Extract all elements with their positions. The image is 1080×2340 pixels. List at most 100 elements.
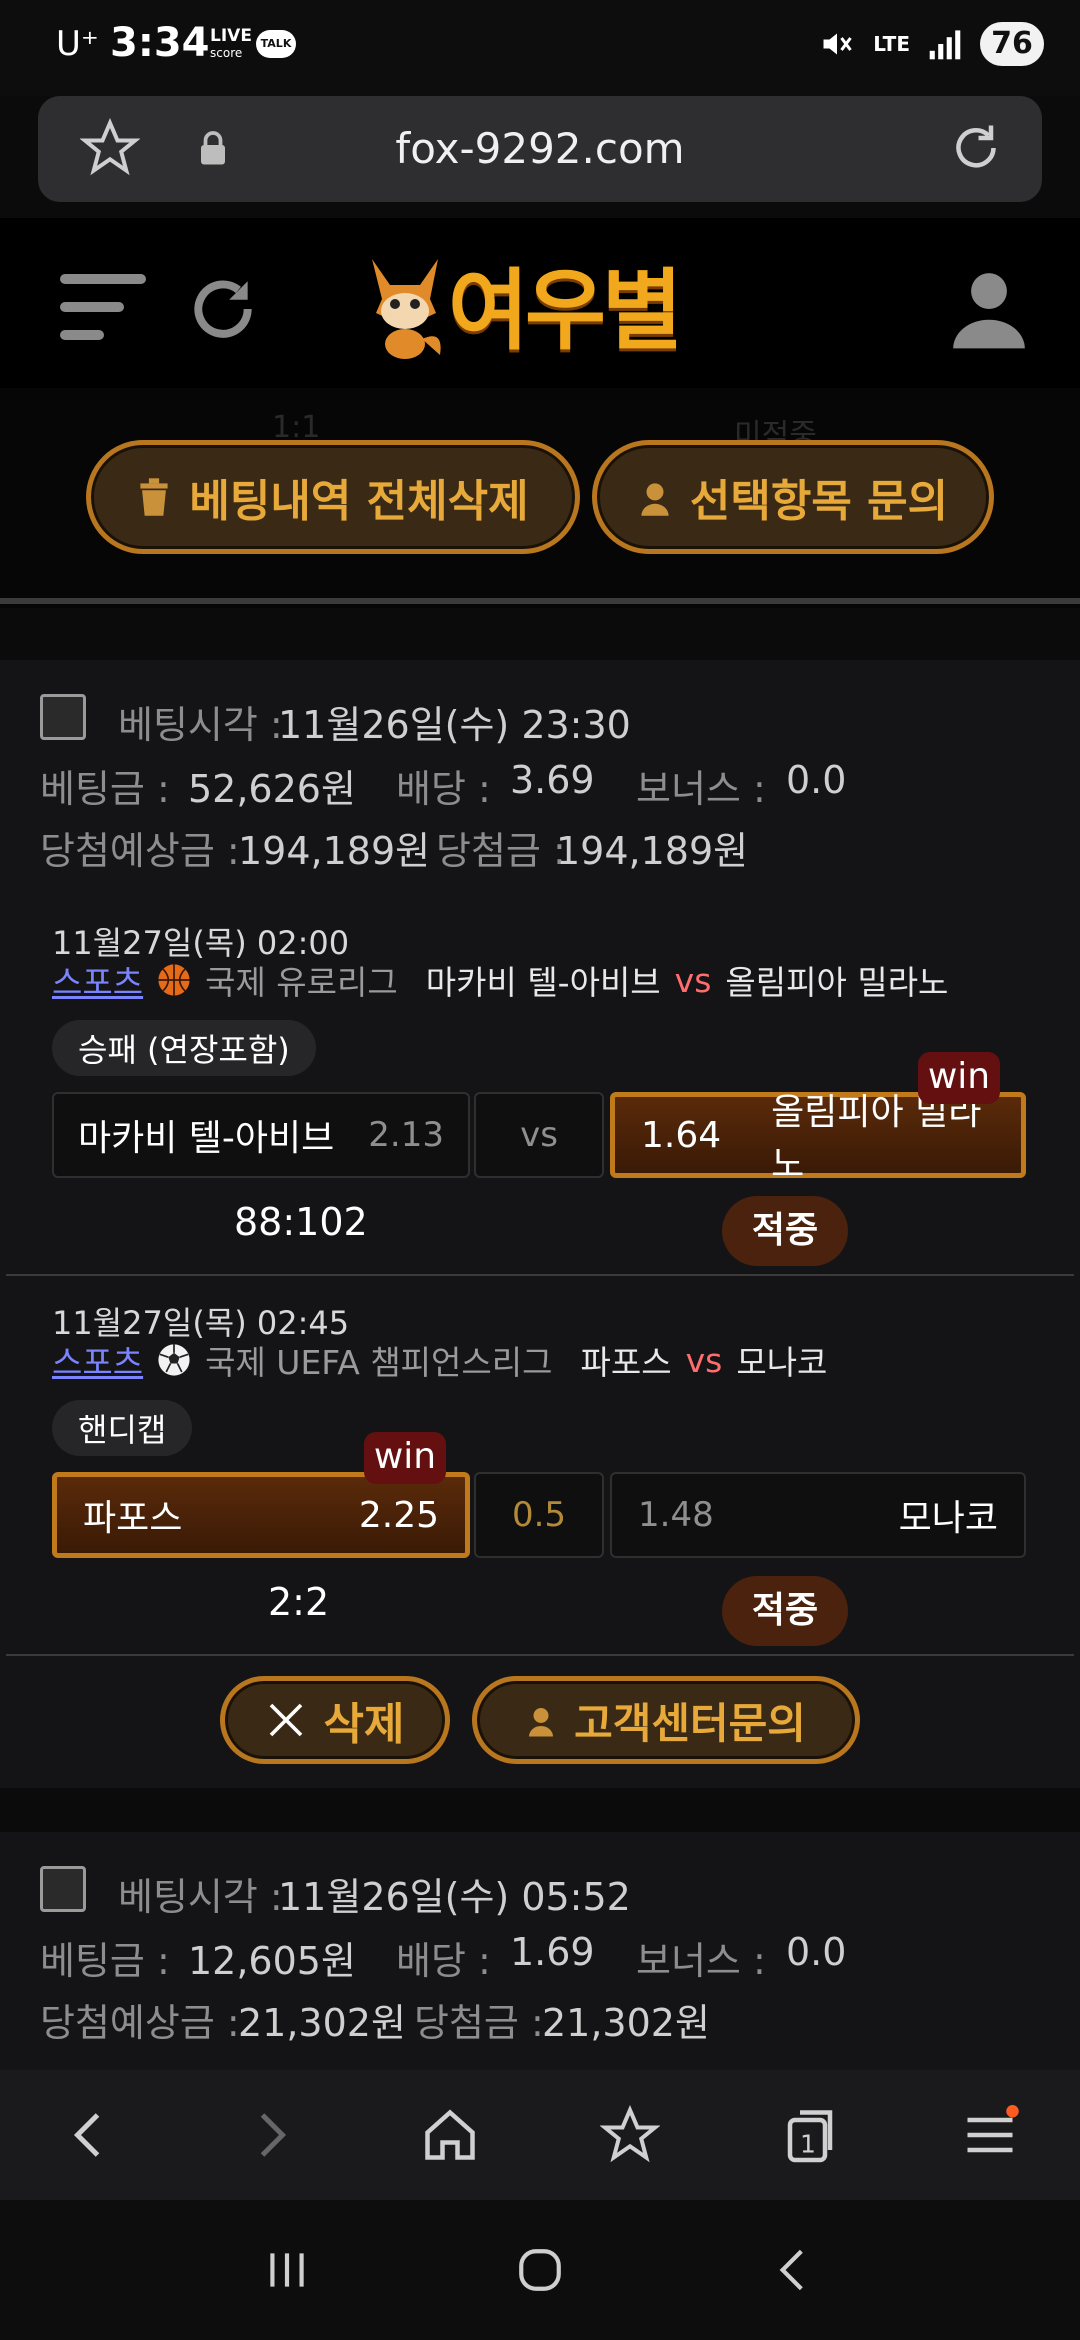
bonus-label: 보너스 :: [636, 1939, 766, 1983]
basketball-icon: [158, 964, 190, 996]
network-type: LTE: [873, 32, 910, 56]
away-odds-option[interactable]: 1.64 올림피아 밀라노: [610, 1092, 1026, 1185]
refresh-icon[interactable]: [186, 272, 260, 346]
bonus-value: 0.0: [786, 758, 847, 802]
delete-all-label: 베팅내역 전체삭제: [189, 476, 529, 527]
live-label: LIVE: [210, 26, 252, 46]
soccer-ball-icon: [158, 1344, 190, 1376]
url-text[interactable]: fox-9292.com: [38, 124, 1042, 173]
stake-value: 12,605원: [188, 1939, 356, 1983]
away-odds-option[interactable]: 1.48 모나코: [610, 1472, 1026, 1558]
bet-select-checkbox[interactable]: [40, 1866, 86, 1912]
browser-toolbar: 1: [0, 2070, 1080, 2200]
talk-icon: TALK: [256, 30, 296, 58]
home-option-name: 마카비 텔-아비브: [78, 1118, 335, 1159]
system-back-icon[interactable]: [768, 2245, 818, 2295]
handicap-option: 0.5: [474, 1472, 604, 1558]
home-option-odds: 2.13: [368, 1115, 444, 1155]
game-info-row: 스포츠 국제 UEFA 챔피언스리그 파포스 vs 모나코: [52, 1336, 827, 1384]
site-logo[interactable]: 여우별: [362, 240, 683, 367]
user-account-icon[interactable]: [946, 266, 1032, 352]
bonus-value: 0.0: [786, 1930, 847, 1974]
customer-support-label: 고객센터문의: [574, 1698, 806, 1748]
draw-option: vs: [474, 1092, 604, 1178]
logo-text: 여우별: [448, 259, 683, 362]
won-amount-label: 당첨금 :: [436, 829, 566, 873]
away-option-odds: 1.48: [638, 1495, 714, 1535]
expected-win-value: 194,189원: [238, 829, 431, 873]
home-button-icon[interactable]: [515, 2245, 565, 2295]
home-icon[interactable]: [420, 2105, 480, 2165]
delete-all-button[interactable]: 베팅내역 전체삭제: [86, 440, 580, 554]
won-amount-label: 당첨금 :: [414, 2001, 544, 2045]
bonus-label: 보너스 :: [636, 767, 766, 811]
fox-mascot-icon: [372, 258, 441, 359]
away-team: 모나코: [736, 1343, 828, 1382]
game-divider: [6, 1274, 1074, 1276]
category-link[interactable]: 스포츠: [52, 1336, 143, 1384]
result-badge: 적중: [722, 1196, 848, 1266]
expected-win-value: 21,302원: [238, 2001, 406, 2045]
handicap-value: 0.5: [511, 1495, 567, 1535]
result-badge: 적중: [722, 1576, 848, 1646]
site-header: 여우별: [0, 218, 1080, 388]
back-icon[interactable]: [60, 2105, 120, 2165]
bet-select-checkbox[interactable]: [40, 694, 86, 740]
bet-time-label: 베팅시각 :: [118, 1875, 283, 1919]
home-team: 마카비 텔-아비브: [425, 963, 661, 1002]
customer-support-button[interactable]: 고객센터문의: [472, 1676, 860, 1764]
tabs-icon[interactable]: 1: [780, 2105, 840, 2165]
stake-value: 52,626원: [188, 767, 356, 811]
bet-history-actions: 1:1 미적중 베팅내역 전체삭제 선택항목 문의: [0, 388, 1080, 608]
home-odds-option[interactable]: 파포스 2.25: [52, 1472, 470, 1558]
bet-time-value: 11월26일(수) 05:52: [278, 1875, 631, 1919]
status-bar: U⁺ 3:34 LIVE score TALK LTE 76: [0, 0, 1080, 96]
svg-text:1: 1: [800, 2130, 816, 2159]
bet-time-value: 11월26일(수) 23:30: [278, 703, 631, 747]
system-navigation-bar: [0, 2200, 1080, 2340]
away-team: 올림피아 밀라노: [725, 963, 949, 1002]
market-badge: 핸디캡: [52, 1400, 193, 1456]
market-badge: 승패 (연장포함): [52, 1020, 316, 1076]
bet-card: 베팅시각 : 11월26일(수) 23:30 베팅금 : 52,626원 배당 …: [0, 660, 1080, 1788]
won-amount-value: 21,302원: [542, 2001, 710, 2045]
address-bar[interactable]: fox-9292.com: [38, 96, 1042, 202]
vs-label: vs: [674, 960, 712, 1000]
win-badge: win: [918, 1052, 1000, 1104]
inquire-selected-button[interactable]: 선택항목 문의: [592, 440, 994, 554]
expected-win-label: 당첨예상금 :: [40, 2001, 240, 2045]
forward-icon[interactable]: [240, 2105, 300, 2165]
score-label: score: [210, 46, 243, 60]
status-icons: LTE 76: [819, 22, 1044, 66]
clock: 3:34: [110, 20, 210, 66]
mute-icon: [823, 33, 852, 55]
win-badge: win: [364, 1432, 446, 1484]
league-name: 국제 UEFA 챔피언스리그: [205, 1343, 553, 1382]
inquire-selected-label: 선택항목 문의: [689, 476, 949, 527]
stake-label: 베팅금 :: [40, 767, 170, 811]
odds-label: 배당 :: [396, 767, 491, 811]
delete-bet-button[interactable]: 삭제: [220, 1676, 450, 1764]
trash-icon: [140, 478, 169, 516]
league-name: 국제 유로리그: [205, 963, 398, 1002]
category-link[interactable]: 스포츠: [52, 956, 143, 1004]
home-option-odds: 2.25: [358, 1494, 439, 1536]
home-option-name: 파포스: [83, 1498, 183, 1539]
bookmarks-icon[interactable]: [600, 2105, 660, 2165]
expected-win-label: 당첨예상금 :: [40, 829, 240, 873]
browser-menu-icon[interactable]: [960, 2105, 1020, 2165]
recent-apps-icon[interactable]: [262, 2245, 312, 2295]
game-score: 88:102: [234, 1200, 368, 1244]
home-odds-option[interactable]: 마카비 텔-아비브 2.13: [52, 1092, 470, 1178]
bet-card: 베팅시각 : 11월26일(수) 05:52 베팅금 : 12,605원 배당 …: [0, 1832, 1080, 2070]
game-divider: [6, 1654, 1074, 1656]
odds-label: 배당 :: [396, 1939, 491, 1983]
battery-indicator: 76: [980, 22, 1044, 66]
vs-label: vs: [685, 1340, 723, 1380]
away-option-name: 모나코: [898, 1498, 998, 1539]
game-score: 2:2: [268, 1580, 330, 1624]
carrier-label: U⁺: [56, 24, 99, 64]
away-option-odds: 1.64: [641, 1114, 722, 1156]
menu-icon[interactable]: [60, 270, 146, 346]
reload-icon[interactable]: [946, 118, 1006, 178]
